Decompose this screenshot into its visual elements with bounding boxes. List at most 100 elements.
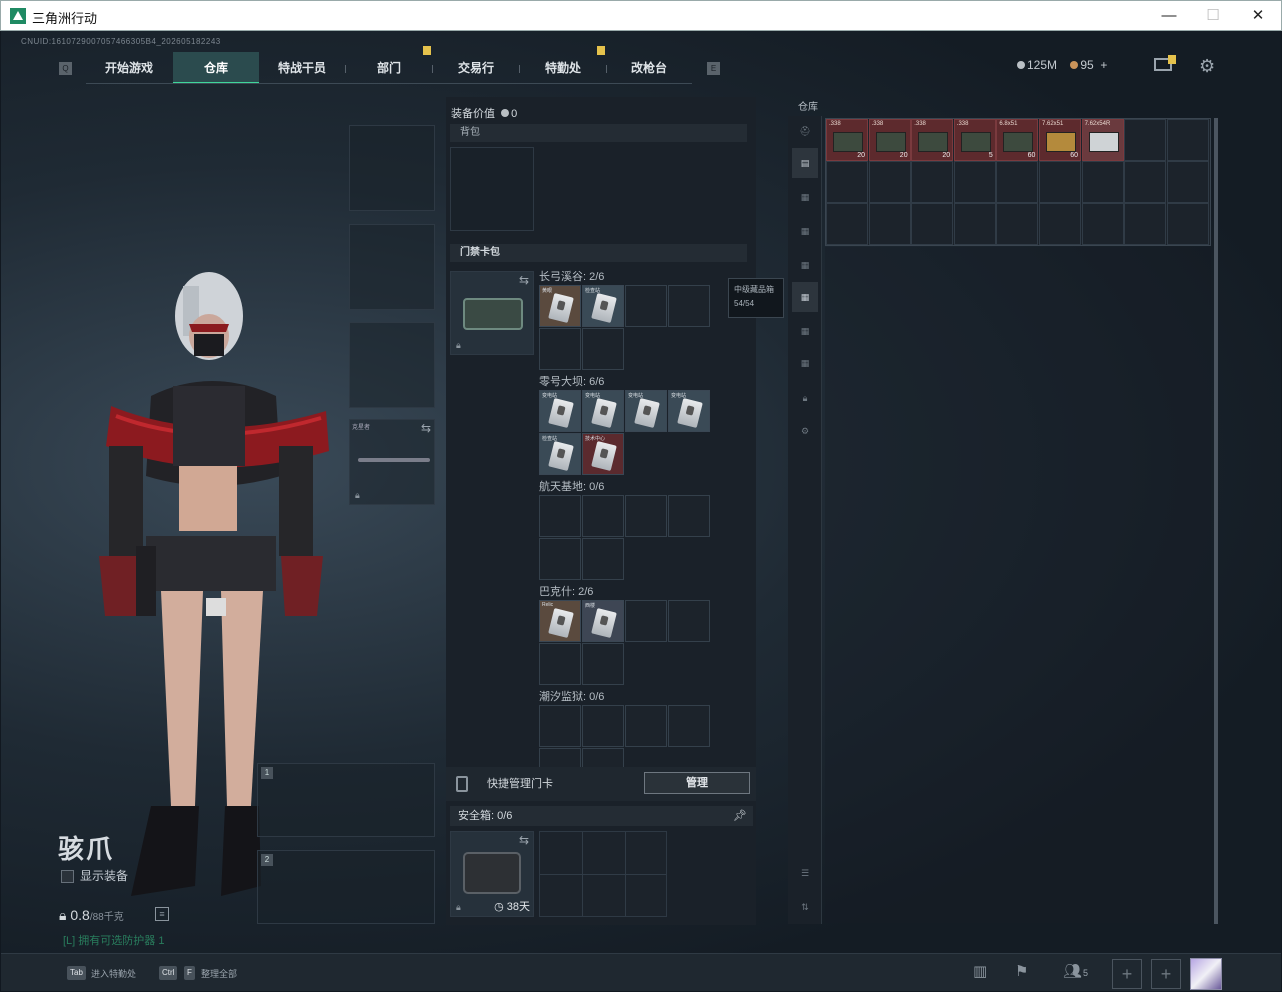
settings-gear-icon[interactable]: ⚙ [1199,56,1215,77]
warehouse-cell[interactable] [911,203,954,245]
keycard-cell[interactable] [625,600,667,642]
backpack-slot[interactable] [450,147,534,231]
warehouse-cell[interactable] [868,203,911,245]
warehouse-cell[interactable] [911,161,954,203]
keycard-cell[interactable] [582,328,624,370]
stats-chart-icon[interactable]: ▥ [973,962,987,980]
warehouse-scrollbar[interactable] [1214,118,1218,924]
layers-icon[interactable]: ☰ [792,858,818,888]
warehouse-cell[interactable] [826,161,868,203]
sidebar-item-category[interactable]: ▦ [792,316,818,346]
warehouse-cell[interactable] [1166,161,1209,203]
keycard-cell[interactable] [582,495,624,537]
safebox-slot[interactable]: ⇆ 🔒︎ ◷ 38天 [450,831,534,917]
keycard-cell[interactable] [668,285,710,327]
sidebar-item-category[interactable]: ▦ [792,282,818,312]
warehouse-cell[interactable] [1166,119,1209,161]
keycard-cell[interactable] [582,538,624,580]
sidebar-settings-icon[interactable]: ⚙ [792,416,818,446]
swap-icon[interactable]: ⇆ [519,833,529,847]
warehouse-cell[interactable] [1124,203,1167,245]
keycard-cell[interactable] [668,600,710,642]
nav-prev-key[interactable]: Q [59,62,72,75]
show-equipment-toggle[interactable]: 显示装备 [61,867,128,884]
warehouse-cell[interactable] [996,203,1039,245]
keycard-cell[interactable] [625,705,667,747]
tab-special-ops[interactable]: 特勤处 [520,52,606,84]
melee-slot[interactable]: 克星者 ⇆ 🔒︎ [349,419,435,505]
warehouse-cell[interactable] [1166,203,1209,245]
primary-weapon-slot-1[interactable]: 1 [257,763,435,837]
warehouse-cell[interactable] [953,161,996,203]
keycard-case-slot[interactable]: ⇆ 🔒︎ [450,271,534,355]
primary-weapon-slot-2[interactable]: 2 [257,850,435,924]
sidebar-item-category[interactable]: ▦ [792,250,818,280]
keycard-cell[interactable] [625,285,667,327]
sidebar-item-category[interactable]: ▦ [792,182,818,212]
keycard-cell[interactable]: 检查站 [582,285,624,327]
tab-gunsmith[interactable]: 改枪台 [606,52,692,84]
ammo-item[interactable]: .338 20 [911,119,954,161]
ammo-item[interactable]: .338 20 [826,119,868,161]
warehouse-cell[interactable] [1081,161,1124,203]
nav-next-key[interactable]: E [707,62,720,75]
warehouse-cell[interactable] [1039,203,1081,245]
warehouse-cell[interactable] [1039,161,1081,203]
invite-slot-button[interactable]: + [1151,959,1181,989]
keycard-cell[interactable] [625,495,667,537]
swap-icon[interactable]: ⇆ [421,421,431,435]
pin-icon[interactable]: 📌︎ [733,806,747,826]
keycard-cell[interactable] [539,643,581,685]
add-currency-button[interactable]: + [1100,58,1107,72]
lock-icon[interactable]: 🔒︎ [792,383,818,413]
swap-icon[interactable]: ⇆ [519,273,529,287]
ammo-item[interactable]: .338 20 [868,119,911,161]
manage-button[interactable]: 管理 [644,772,750,794]
warehouse-cell[interactable] [868,161,911,203]
keycard-cell[interactable] [539,705,581,747]
keycard-cell[interactable]: 西楼 [582,600,624,642]
tab-start-game[interactable]: 开始游戏 [86,52,172,84]
keycard-cell[interactable] [582,643,624,685]
invite-slot-button[interactable]: + [1112,959,1142,989]
sidebar-item-helmet[interactable]: ⛑ [792,116,818,146]
keycard-cell[interactable]: 变电站 [582,390,624,432]
warehouse-cell[interactable] [953,203,996,245]
helmet-slot[interactable] [349,125,435,211]
avatar[interactable] [1190,958,1222,990]
warehouse-cell[interactable] [1124,119,1167,161]
tab-trade[interactable]: 交易行 [433,52,519,84]
safebox-grid[interactable] [539,831,667,917]
warehouse-cell[interactable] [1081,203,1124,245]
keycard-cell[interactable] [539,328,581,370]
keycard-cell[interactable]: 变电站 [625,390,667,432]
sidebar-item-category[interactable]: ▦ [792,348,818,378]
keycard-cell[interactable]: 检查站 [539,433,581,475]
sidearm-slot[interactable] [349,322,435,408]
keycard-cell[interactable]: Relic [539,600,581,642]
keycard-cell[interactable]: 技术中心 [582,433,624,475]
ammo-item[interactable]: 7.62x51 60 [1039,119,1081,161]
list-icon[interactable]: ≡ [155,907,169,921]
keycard-cell[interactable] [539,495,581,537]
checkbox[interactable] [61,870,74,884]
tab-operators[interactable]: 特战干员 [259,52,345,84]
enter-special-ops-hint[interactable]: 进入特勤处 [91,967,136,980]
sort-all-hint[interactable]: 整理全部 [201,967,237,980]
ammo-item[interactable]: .338 5 [953,119,996,161]
flag-icon[interactable]: ⚑ [1015,962,1028,980]
keycard-cell[interactable] [668,705,710,747]
ammo-item[interactable]: 7.62x54R [1081,119,1124,161]
sidebar-item-all[interactable]: ▤ [792,148,818,178]
maximize-button[interactable]: ☐ [1193,5,1233,27]
sort-icon[interactable]: ⇅ [792,892,818,922]
tab-warehouse[interactable]: 仓库 [173,52,259,84]
party-icon[interactable]: 👥︎ [1063,962,1082,980]
tab-department[interactable]: 部门 [346,52,432,84]
warehouse-cell[interactable] [826,203,868,245]
warehouse-cell[interactable] [996,161,1039,203]
keycard-cell[interactable] [668,495,710,537]
warehouse-cell[interactable] [1124,161,1167,203]
ammo-item[interactable]: 6.8x51 60 [996,119,1039,161]
keycard-cell[interactable]: 变电站 [539,390,581,432]
